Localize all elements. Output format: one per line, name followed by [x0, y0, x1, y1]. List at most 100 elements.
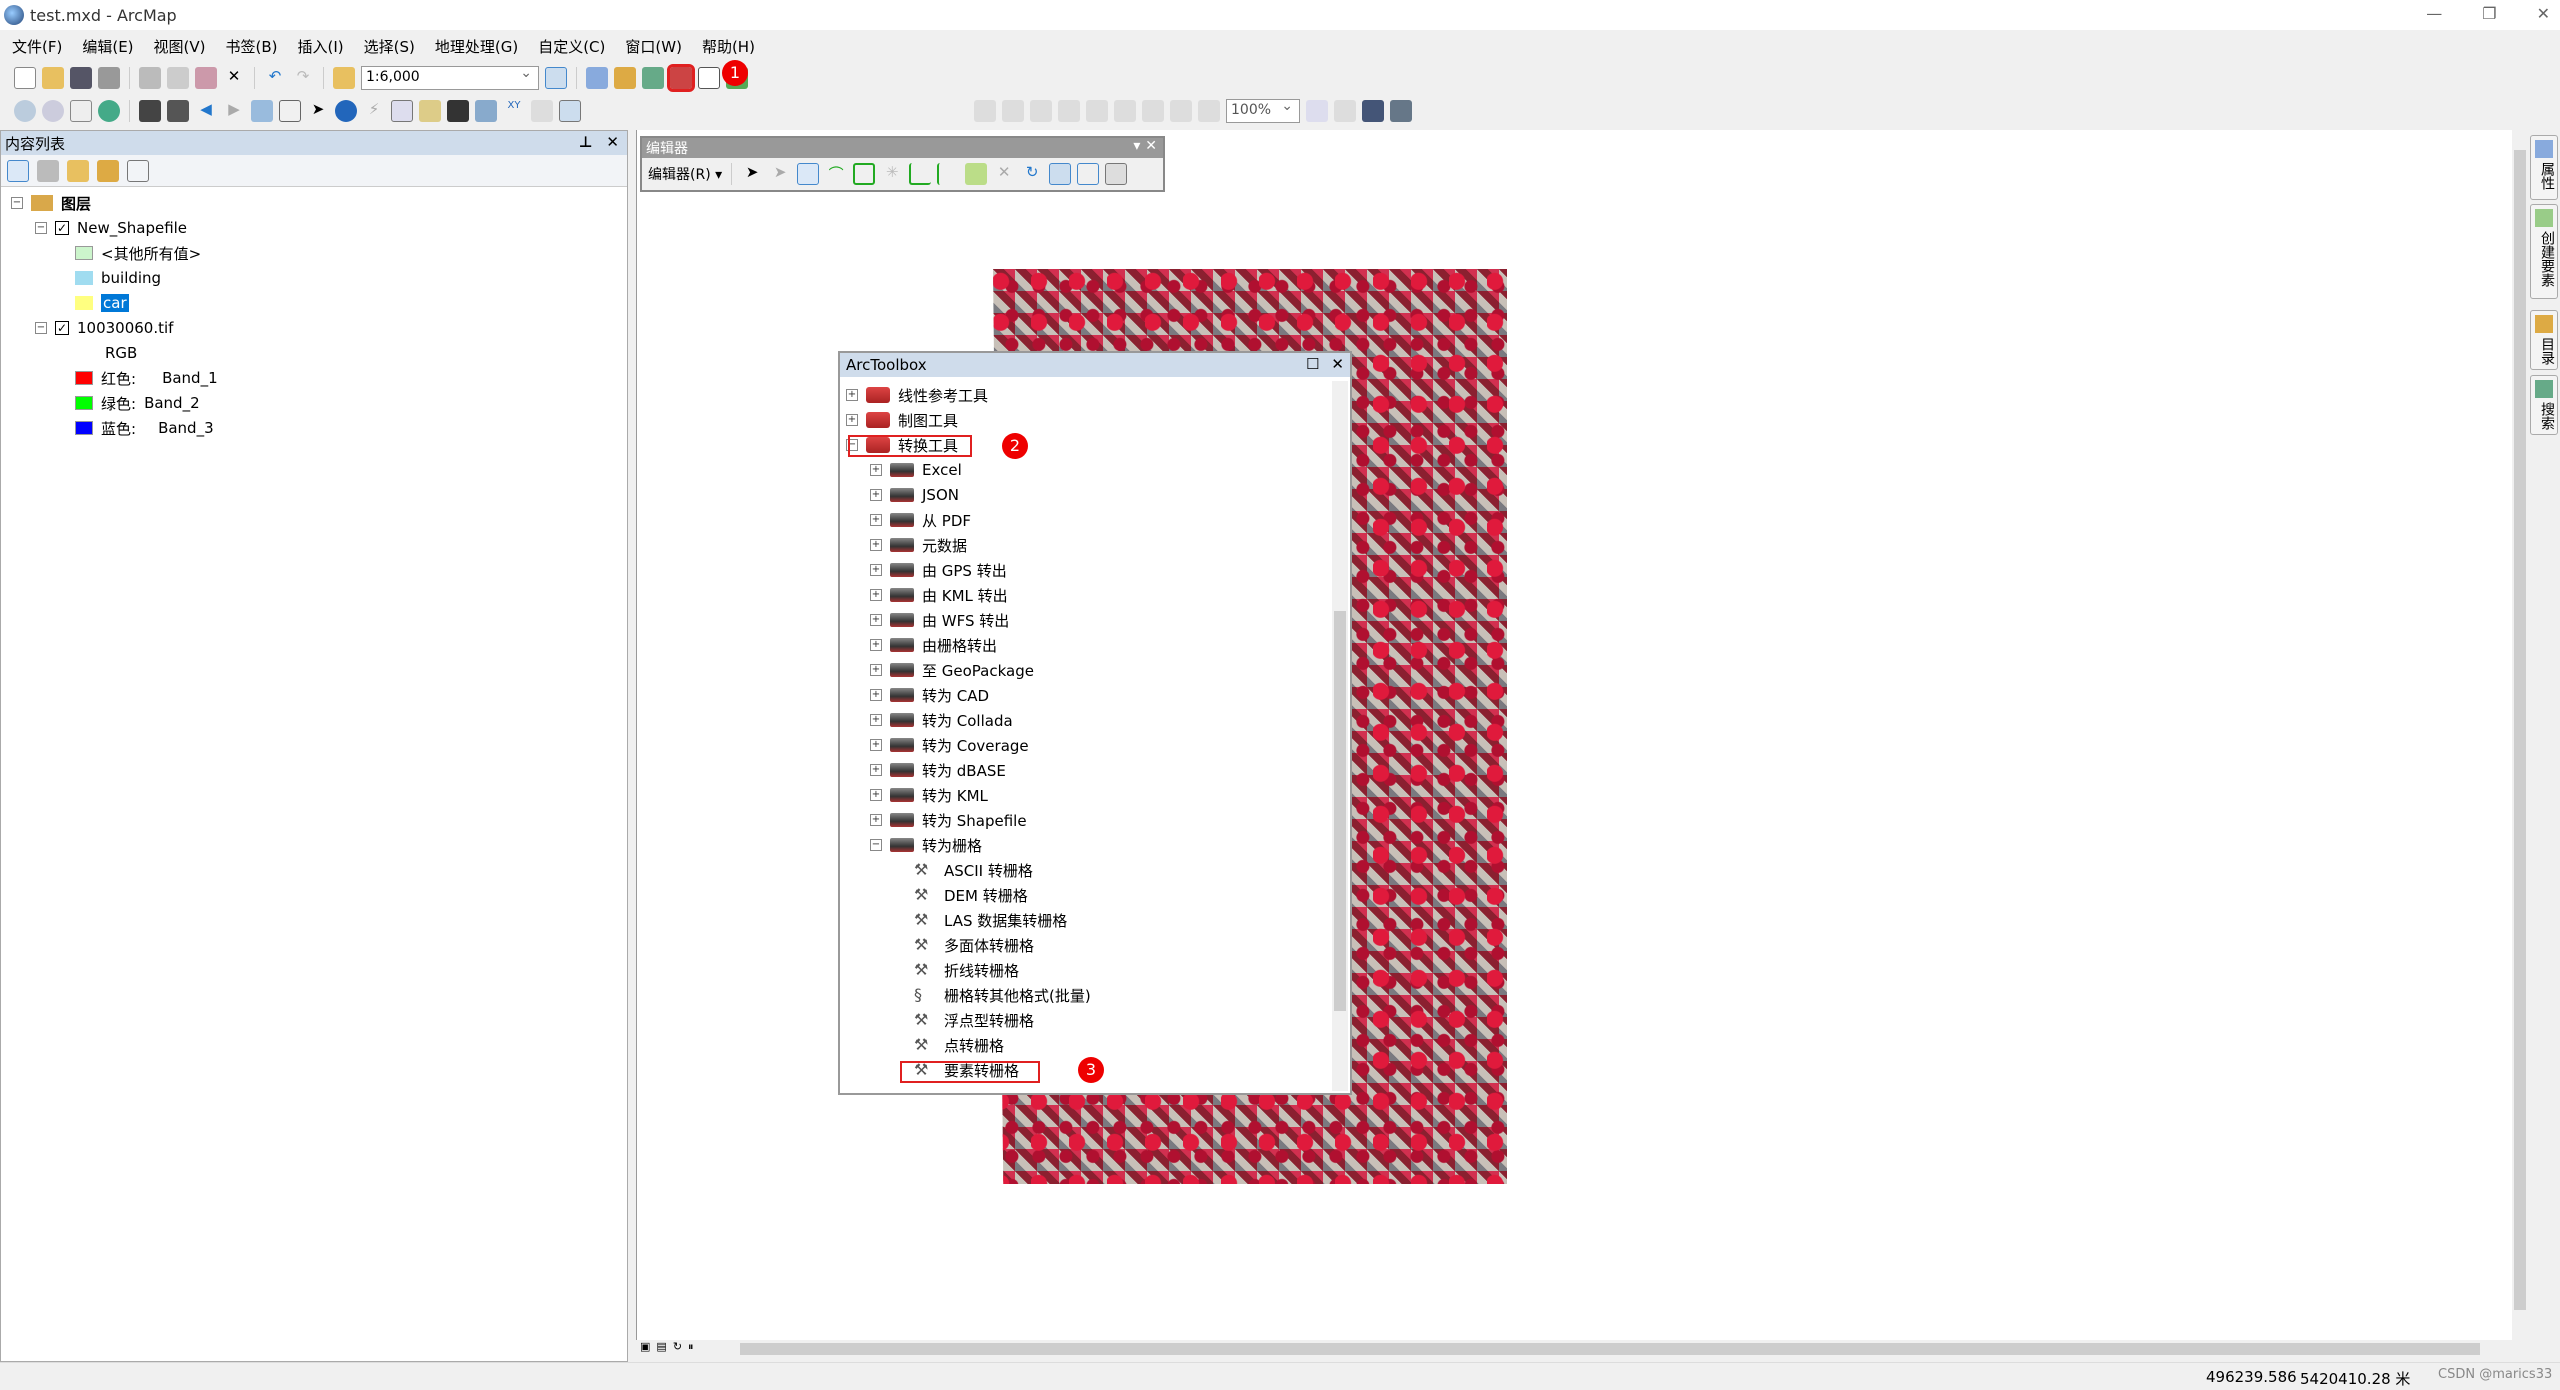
toolset-item[interactable]: + JSON [870, 483, 959, 507]
focus-data-frame-icon[interactable] [1334, 100, 1356, 122]
print-icon[interactable] [98, 67, 120, 89]
back-icon[interactable]: ◀ [195, 100, 217, 122]
toolset-item[interactable]: + 元数据 [870, 533, 967, 557]
data-driven-pages-icon[interactable] [1390, 100, 1412, 122]
toolset-item[interactable]: + 由 GPS 转出 [870, 558, 1007, 582]
layout-pan-icon[interactable] [1030, 100, 1052, 122]
end-point-arc-icon[interactable]: ⌒ [825, 163, 847, 185]
toolset-item[interactable]: − 转为栅格 [870, 833, 982, 857]
list-by-selection-icon[interactable] [97, 159, 119, 182]
toolbox-item[interactable]: + 线性参考工具 [846, 383, 988, 407]
rotate-icon[interactable]: ↻ [1021, 163, 1043, 185]
list-by-source-icon[interactable] [37, 159, 59, 182]
minimize-button[interactable]: — [2426, 4, 2442, 23]
time-slider-icon[interactable] [531, 100, 553, 122]
add-data-icon[interactable] [333, 67, 355, 89]
tab-create-features[interactable]: 创建要素 [2530, 204, 2558, 299]
toolset-item[interactable]: + Excel [870, 458, 962, 482]
menu-geoprocessing[interactable]: 地理处理(G) [435, 36, 518, 57]
fixed-zoom-out-icon[interactable] [167, 100, 189, 122]
toolbox-scrollbar[interactable] [1332, 381, 1348, 1091]
attributes-icon[interactable] [1049, 163, 1072, 185]
close-button[interactable]: ✕ [2537, 4, 2550, 23]
hyperlink-icon[interactable]: ⚡ [363, 100, 385, 122]
map-vertical-scrollbar[interactable] [2512, 130, 2528, 1340]
find-icon[interactable] [447, 100, 469, 122]
refresh-icon[interactable]: ↻ [673, 1340, 682, 1358]
tab-attributes[interactable]: 属性 [2530, 135, 2558, 200]
clear-selection-icon[interactable] [279, 100, 301, 122]
zoom-whole-page-icon[interactable] [1058, 100, 1080, 122]
toolset-item[interactable]: + 转为 KML [870, 783, 988, 807]
expand-icon[interactable]: + [870, 589, 882, 601]
expand-icon[interactable]: + [846, 414, 858, 426]
pan-icon[interactable] [70, 100, 92, 122]
map-scale-dropdown[interactable]: 1:6,000 [361, 65, 539, 90]
expand-icon[interactable]: + [870, 539, 882, 551]
paste-icon[interactable] [195, 67, 217, 89]
tool-item[interactable]: ⚒ ASCII 转栅格 [894, 858, 1033, 882]
layer-raster[interactable]: − ✓ 10030060.tif [35, 316, 173, 340]
expand-icon[interactable]: + [870, 764, 882, 776]
expand-icon[interactable]: + [870, 564, 882, 576]
expand-icon[interactable]: + [870, 464, 882, 476]
legend-class-selected[interactable]: car [75, 291, 129, 315]
menu-selection[interactable]: 选择(S) [364, 36, 415, 57]
cut-icon[interactable] [139, 67, 161, 89]
trace-icon[interactable] [853, 163, 876, 185]
straight-segment-icon[interactable] [797, 163, 820, 185]
tool-item[interactable]: ⚒ 折线转栅格 [894, 958, 1019, 982]
find-route-icon[interactable] [475, 100, 497, 122]
expand-icon[interactable]: + [870, 789, 882, 801]
toolset-item[interactable]: + 转为 Shapefile [870, 808, 1027, 832]
full-extent-icon[interactable] [98, 100, 120, 122]
pin-icon[interactable]: ⊥ [579, 133, 593, 151]
zoom-out-icon[interactable] [42, 100, 64, 122]
expand-icon[interactable]: + [846, 389, 858, 401]
toolset-item[interactable]: + 转为 CAD [870, 683, 989, 707]
data-view-icon[interactable]: ▣ [640, 1340, 650, 1358]
reshape-feature-icon[interactable] [937, 163, 959, 185]
layer-new-shapefile[interactable]: − ✓ New_Shapefile [35, 216, 187, 240]
tool-item[interactable]: ⚒ DEM 转栅格 [894, 883, 1028, 907]
python-window-icon[interactable] [698, 67, 720, 89]
menu-view[interactable]: 视图(V) [154, 36, 206, 57]
maximize-icon[interactable]: ☐ [1306, 355, 1319, 373]
legend-class[interactable]: building [75, 266, 161, 290]
list-by-visibility-icon[interactable] [67, 159, 89, 182]
expand-icon[interactable]: + [870, 689, 882, 701]
expand-icon[interactable]: + [870, 514, 882, 526]
legend-class[interactable]: <其他所有值> [75, 241, 201, 265]
layout-fixed-zoom-out-icon[interactable] [1142, 100, 1164, 122]
tool-item[interactable]: ⚒ 浮点型转栅格 [894, 1008, 1034, 1032]
open-icon[interactable] [42, 67, 64, 89]
measure-icon[interactable] [419, 100, 441, 122]
edit-annotation-icon[interactable]: ➤ [769, 163, 791, 185]
layers-root[interactable]: − 图层 [11, 191, 91, 215]
list-by-drawing-order-icon[interactable] [7, 159, 29, 182]
delete-icon[interactable]: ✕ [223, 67, 245, 89]
undo-icon[interactable]: ↶ [264, 67, 286, 89]
toolset-item[interactable]: + 至 GeoPackage [870, 658, 1034, 682]
expand-icon[interactable]: + [870, 714, 882, 726]
menu-insert[interactable]: 插入(I) [298, 36, 344, 57]
sketch-properties-icon[interactable] [1077, 163, 1100, 185]
collapse-icon[interactable]: − [35, 322, 47, 334]
tab-search[interactable]: 搜索 [2530, 375, 2558, 435]
editor-menu-button[interactable]: 编辑器(R) ▾ [648, 164, 722, 184]
magnifier-icon[interactable] [559, 100, 581, 122]
arctoolbox-close-icon[interactable]: ✕ [1331, 355, 1344, 373]
layout-view-icon[interactable]: ▤ [656, 1340, 666, 1358]
layout-zoom-in-icon[interactable] [974, 100, 996, 122]
search-window-icon[interactable] [642, 67, 664, 89]
create-features-icon[interactable] [1105, 163, 1128, 185]
layout-forward-icon[interactable] [1198, 100, 1220, 122]
html-popup-icon[interactable] [391, 100, 413, 122]
toolset-item[interactable]: + 由 KML 转出 [870, 583, 1008, 607]
layout-zoom-dropdown[interactable]: 100% [1226, 98, 1300, 123]
toolbox-item[interactable]: + 制图工具 [846, 408, 958, 432]
toolset-item[interactable]: + 由栅格转出 [870, 633, 997, 657]
copy-icon[interactable] [167, 67, 189, 89]
expand-icon[interactable]: + [870, 814, 882, 826]
expand-icon[interactable]: + [870, 739, 882, 751]
